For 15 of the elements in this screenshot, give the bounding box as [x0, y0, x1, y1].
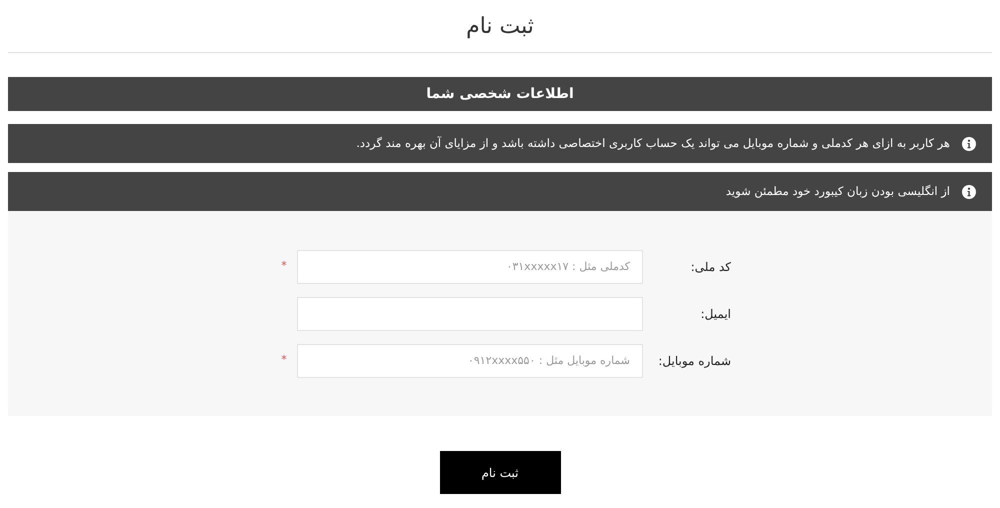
notice-text: هر کاربر به ازای هر کدملی و شماره موبایل می تواند یک حساب کاربری اختصاصی داشته باشد و از مزایای آن بهره مند گردد. — [356, 134, 950, 152]
input-field[interactable]: کدملی مثل : ۰۳۱xxxxx۱۷ — [297, 250, 643, 284]
notice-text: از انگلیسی بودن زبان کیبورد خود مطمئن شوید — [726, 182, 950, 200]
required-mark: * — [281, 258, 287, 274]
field-label: ایمیل: — [700, 306, 731, 322]
page-title: ثبت نام — [466, 12, 534, 40]
field-label: شماره موبایل: — [657, 352, 731, 370]
required-mark: * — [281, 352, 287, 368]
section-header: اطلاعات شخصی شما — [426, 84, 574, 104]
input-field[interactable] — [297, 296, 643, 330]
submit-button[interactable]: ثبت نام — [440, 451, 560, 494]
field-label: کد ملی: — [690, 258, 731, 276]
info-icon — [962, 184, 976, 198]
input-field[interactable]: شماره موبایل مثل : ۰۹۱۲xxxx۵۵۰ — [297, 344, 643, 378]
info-icon — [962, 136, 976, 150]
